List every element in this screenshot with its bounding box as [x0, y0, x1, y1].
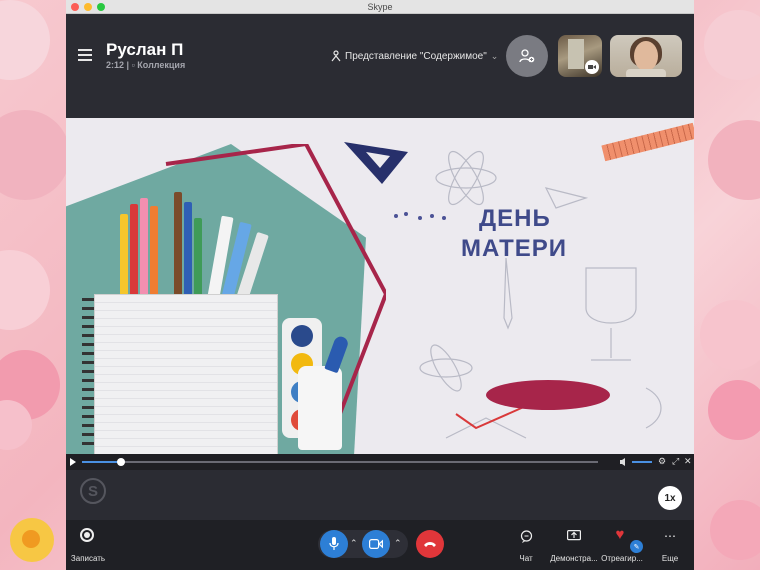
record-label: Записать	[70, 554, 106, 563]
participant-video-thumbnail[interactable]	[558, 35, 602, 77]
slide-title-line-2: МАТЕРИ	[461, 235, 568, 262]
heart-icon: ♥	[615, 525, 625, 543]
self-video-preview[interactable]	[610, 35, 682, 77]
volume-icon[interactable]	[620, 458, 629, 466]
record-icon	[80, 528, 94, 542]
share-screen-label: Демонстра...	[550, 554, 598, 563]
video-toggle-button[interactable]	[362, 530, 390, 558]
more-label: Еще	[661, 554, 679, 563]
pencil-pink	[140, 198, 148, 304]
pencil-yellow	[120, 214, 128, 304]
slide-title: ДЕНЬ МАТЕРИ	[461, 204, 567, 264]
presenter-icon	[331, 50, 341, 62]
title-bar: Skype	[66, 0, 694, 14]
hang-up-icon	[424, 542, 436, 547]
chat-label: Чат	[519, 554, 533, 563]
minimize-window-button[interactable]	[84, 3, 92, 11]
caller-name: Руслан П	[106, 40, 184, 59]
pencil-brown	[174, 192, 182, 304]
background-flowers-left	[0, 0, 70, 570]
content-footer: S 1x	[66, 470, 694, 520]
mute-microphone-button[interactable]	[320, 530, 348, 558]
view-mode-selector[interactable]: Представление "Содержимое" ⌄	[331, 50, 498, 62]
background-flowers-right	[694, 0, 760, 570]
settings-gear-icon[interactable]: ⚙	[658, 456, 666, 467]
pencil-orange	[150, 206, 158, 304]
menu-icon[interactable]	[78, 49, 92, 61]
react-edit-badge-icon: ✎	[630, 540, 643, 553]
playback-speed-button[interactable]: 1x	[658, 486, 682, 510]
close-media-icon[interactable]: ✕	[684, 456, 692, 467]
camera-icon	[585, 60, 599, 74]
glue-bottle	[298, 366, 342, 450]
pencil-red	[130, 204, 138, 304]
pencil-blue	[184, 202, 192, 304]
shared-screen-content: ДЕНЬ МАТЕРИ	[66, 118, 694, 454]
window-title: Skype	[367, 1, 393, 12]
video-options-chevron-icon[interactable]: ⌃	[394, 538, 402, 549]
view-mode-label: Представление "Содержимое"	[345, 50, 487, 62]
collection-icon: ▫	[131, 60, 135, 70]
collection-link[interactable]: Коллекция	[137, 60, 185, 70]
media-player-bar: ⚙ ⤢ ✕	[66, 454, 694, 470]
call-info: 2:12 | ▫ Коллекция	[106, 60, 185, 70]
chat-icon	[518, 528, 534, 544]
more-dots-icon: ⋯	[664, 529, 676, 543]
call-controls-bar: Записать ⌃ ⌃ Чат Демонстра... ♥ ✎ Отреаг…	[66, 520, 694, 570]
share-screen-icon	[566, 528, 582, 544]
seek-progress	[82, 461, 120, 463]
react-label: Отреагир...	[601, 554, 643, 563]
add-person-icon	[519, 49, 535, 63]
end-call-button[interactable]	[416, 530, 444, 558]
seek-handle[interactable]	[117, 458, 125, 466]
skype-window: Skype Руслан П 2:12 | ▫ Коллекция Предст…	[66, 0, 694, 570]
maximize-window-button[interactable]	[97, 3, 105, 11]
add-participants-button[interactable]	[506, 35, 548, 77]
microphone-icon	[329, 537, 339, 550]
info-separator: |	[126, 60, 130, 70]
skype-logo-icon: S	[80, 478, 106, 504]
volume-slider[interactable]	[632, 461, 652, 463]
video-camera-icon	[369, 539, 383, 549]
chevron-down-icon: ⌄	[490, 50, 499, 61]
mic-options-chevron-icon[interactable]: ⌃	[350, 538, 358, 549]
call-duration: 2:12	[106, 60, 125, 70]
seek-track[interactable]	[82, 461, 598, 463]
call-header: Руслан П 2:12 | ▫ Коллекция Представлени…	[66, 14, 694, 118]
close-window-button[interactable]	[71, 3, 79, 11]
pencil-green	[194, 218, 202, 304]
slide-title-line-1: ДЕНЬ	[479, 205, 551, 232]
slide-red-ellipse	[486, 380, 610, 410]
play-icon[interactable]	[69, 458, 77, 466]
fullscreen-icon[interactable]: ⤢	[672, 456, 679, 467]
notebook-graphic	[94, 294, 278, 454]
